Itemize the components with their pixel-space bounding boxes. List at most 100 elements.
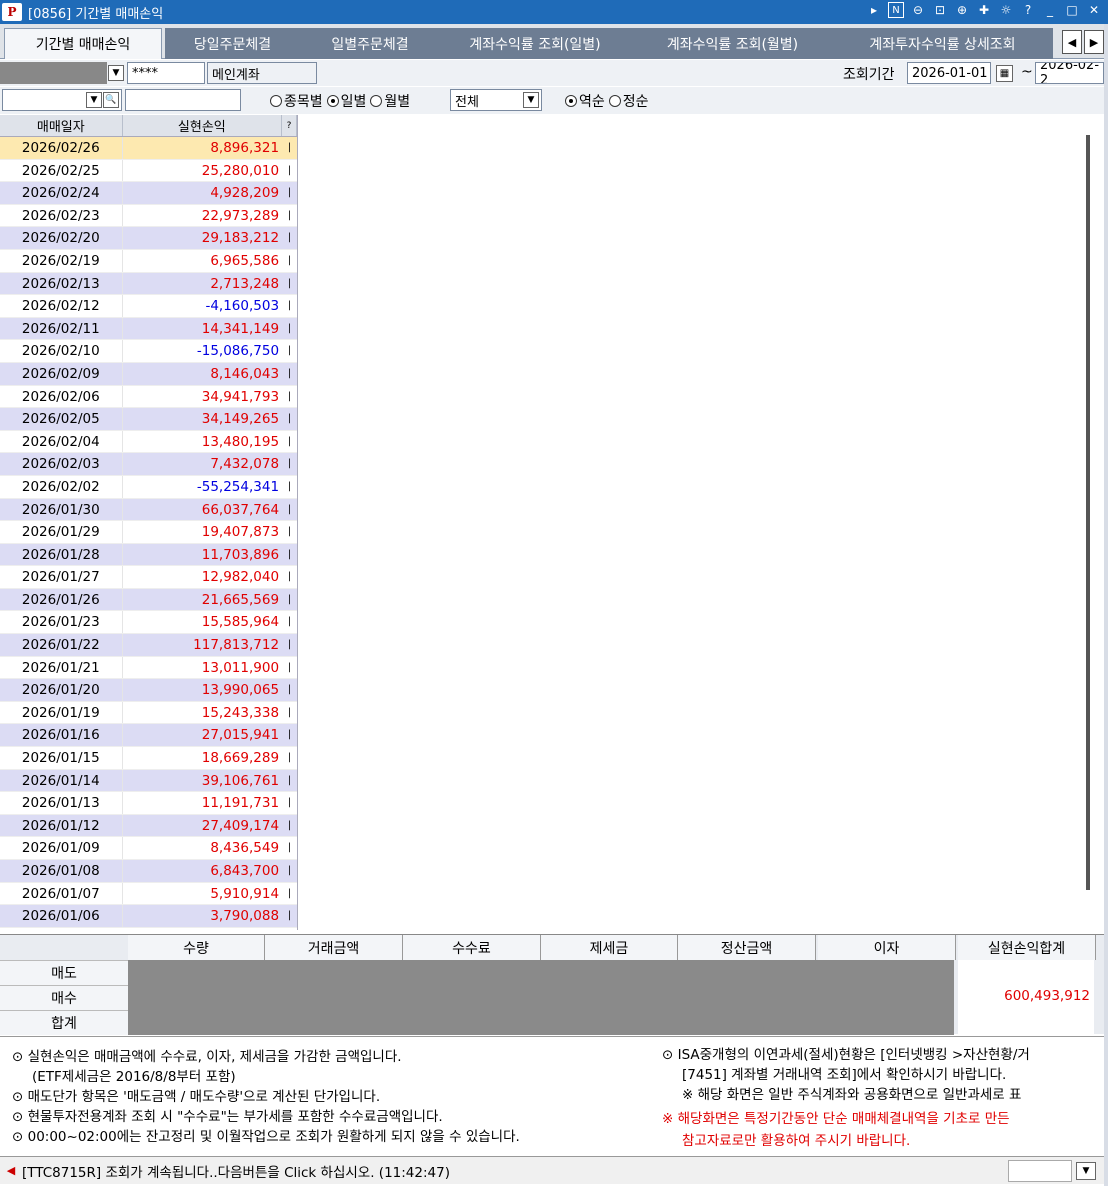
- extra-cell: |: [287, 842, 292, 854]
- pin-icon[interactable]: ✚: [976, 2, 992, 18]
- column-header-date[interactable]: 매매일자: [0, 115, 123, 136]
- table-row[interactable]: 2026/01/29 19,407,873 |: [0, 521, 297, 544]
- help-icon[interactable]: ?: [1020, 2, 1036, 18]
- radio-by-stock[interactable]: 종목별: [270, 91, 323, 111]
- table-row[interactable]: 2026/01/27 12,982,040 |: [0, 566, 297, 589]
- table-row[interactable]: 2026/02/23 22,973,289 |: [0, 204, 297, 228]
- stock-name-field[interactable]: [125, 89, 241, 111]
- vertical-scrollbar[interactable]: [1086, 135, 1090, 890]
- extra-cell: |: [287, 209, 292, 221]
- table-row[interactable]: 2026/02/10 -15,086,750 |: [0, 340, 297, 363]
- table-row[interactable]: 2026/01/13 11,191,731 |: [0, 792, 297, 815]
- tab-period-pnl[interactable]: 기간별 매매손익: [4, 28, 162, 59]
- table-row[interactable]: 2026/01/20 13,990,065 |: [0, 679, 297, 702]
- tab-prev-icon[interactable]: ◀: [1062, 30, 1082, 54]
- table-row[interactable]: 2026/02/13 2,713,248 |: [0, 272, 297, 296]
- realized-pnl-cell: 27,015,941: [201, 727, 280, 744]
- table-row[interactable]: 2026/01/26 21,665,569 |: [0, 588, 297, 612]
- realized-pnl-cell: -4,160,503: [205, 298, 280, 315]
- realized-pnl-cell: 11,191,731: [201, 795, 280, 812]
- tab-return-daily[interactable]: 계좌수익률 조회(일별): [440, 28, 630, 59]
- status-bar: ◀ [TTC8715R] 조회가 계속됩니다..다음버튼을 Click 하십시오…: [0, 1156, 1104, 1184]
- column-header-pnl[interactable]: 실현손익: [123, 115, 283, 136]
- radio-desc[interactable]: 역순: [565, 91, 605, 111]
- trade-date-cell: 2026/01/08: [0, 860, 123, 882]
- search-icon[interactable]: 🔍: [103, 92, 119, 108]
- table-row[interactable]: 2026/01/30 66,037,764 |: [0, 498, 297, 522]
- extra-cell: |: [287, 910, 292, 922]
- status-input[interactable]: [1008, 1160, 1072, 1182]
- close-icon[interactable]: ✕: [1086, 2, 1102, 18]
- table-row[interactable]: 2026/01/09 8,436,549 |: [0, 837, 297, 860]
- account-dropdown-icon[interactable]: ▼: [108, 65, 124, 81]
- table-row[interactable]: 2026/01/12 27,409,174 |: [0, 814, 297, 838]
- tab-today-orders[interactable]: 당일주문체결: [165, 28, 300, 59]
- extra-cell: |: [287, 774, 292, 786]
- table-row[interactable]: 2026/01/16 27,015,941 |: [0, 724, 297, 748]
- table-row[interactable]: 2026/02/12 -4,160,503 |: [0, 295, 297, 318]
- tab-investment-return-detail[interactable]: 계좌투자수익률 상세조회: [835, 28, 1050, 59]
- settings-icon[interactable]: ☼: [998, 2, 1014, 18]
- play-icon[interactable]: ▸: [866, 2, 882, 18]
- table-row[interactable]: 2026/02/02 -55,254,341 |: [0, 475, 297, 499]
- tab-daily-orders[interactable]: 일별주문체결: [300, 28, 440, 59]
- extra-cell: |: [287, 548, 292, 560]
- note-right-3: ※ 해당 화면은 일반 주식계좌와 공용화면으로 일반과세로 표: [682, 1087, 1022, 1103]
- table-row[interactable]: 2026/02/05 34,149,265 |: [0, 408, 297, 431]
- maximize-icon[interactable]: □: [1064, 2, 1080, 18]
- extra-cell: |: [287, 797, 292, 809]
- status-dropdown-icon[interactable]: ▼: [1076, 1162, 1096, 1180]
- table-row[interactable]: 2026/01/08 6,843,700 |: [0, 860, 297, 883]
- radio-icon: [270, 95, 282, 107]
- table-row[interactable]: 2026/02/11 14,341,149 |: [0, 317, 297, 341]
- table-row[interactable]: 2026/02/03 7,432,078 |: [0, 453, 297, 476]
- table-row[interactable]: 2026/02/04 13,480,195 |: [0, 430, 297, 454]
- table-row[interactable]: 2026/02/25 25,280,010 |: [0, 159, 297, 183]
- table-row[interactable]: 2026/02/26 8,896,321 |: [0, 137, 297, 160]
- table-row[interactable]: 2026/01/28 11,703,896 |: [0, 543, 297, 567]
- magnify-icon[interactable]: ⊕: [954, 2, 970, 18]
- table-row[interactable]: 2026/01/19 15,243,338 |: [0, 701, 297, 725]
- extra-cell: |: [287, 503, 292, 515]
- new-window-icon[interactable]: N: [888, 2, 904, 18]
- zoom-icon[interactable]: ⊖: [910, 2, 926, 18]
- date-from-field[interactable]: 2026-01-01: [907, 62, 991, 84]
- summary-panel: 수량 거래금액 수수료 제세금 정산금액 이자 실현손익합계 매도 매수 합계 …: [0, 934, 1104, 1035]
- table-row[interactable]: 2026/01/06 3,790,088 |: [0, 905, 297, 928]
- password-field[interactable]: ****: [127, 62, 205, 84]
- summary-total-cell: 600,493,912: [958, 960, 1094, 1035]
- window-icon[interactable]: ⊡: [932, 2, 948, 18]
- date-to-field[interactable]: 2026-02-2: [1035, 62, 1104, 84]
- table-row[interactable]: 2026/01/21 13,011,900 |: [0, 656, 297, 680]
- table-row[interactable]: 2026/02/09 8,146,043 |: [0, 362, 297, 386]
- table-row[interactable]: 2026/01/22 117,813,712 |: [0, 634, 297, 657]
- stock-dropdown-icon[interactable]: ▼: [86, 92, 102, 108]
- trade-date-cell: 2026/01/19: [0, 701, 123, 724]
- table-row[interactable]: 2026/01/15 18,669,289 |: [0, 747, 297, 770]
- table-row[interactable]: 2026/01/23 15,585,964 |: [0, 611, 297, 635]
- table-row[interactable]: 2026/02/24 4,928,209 |: [0, 182, 297, 205]
- table-row[interactable]: 2026/01/14 39,106,761 |: [0, 769, 297, 793]
- minimize-icon[interactable]: _: [1042, 2, 1058, 18]
- extra-cell: |: [287, 277, 292, 289]
- radio-asc[interactable]: 정순: [608, 91, 649, 111]
- extra-cell: |: [287, 526, 292, 538]
- trade-date-cell: 2026/01/22: [0, 634, 123, 656]
- table-row[interactable]: 2026/01/07 5,910,914 |: [0, 882, 297, 906]
- radio-selected-icon: [565, 95, 577, 107]
- table-row[interactable]: 2026/02/06 34,941,793 |: [0, 385, 297, 409]
- table-row[interactable]: 2026/02/19 6,965,586 |: [0, 249, 297, 273]
- table-row[interactable]: 2026/02/20 29,183,212 |: [0, 227, 297, 250]
- realized-pnl-cell: 11,703,896: [201, 546, 280, 563]
- tab-next-icon[interactable]: ▶: [1084, 30, 1104, 54]
- trade-date-cell: 2026/01/29: [0, 521, 123, 543]
- calendar-icon[interactable]: ▦: [996, 65, 1013, 82]
- category-dropdown-icon[interactable]: ▼: [523, 92, 539, 108]
- realized-pnl-cell: 8,896,321: [210, 140, 280, 156]
- column-header-extra[interactable]: ?: [282, 115, 297, 136]
- warning-note-2: 참고자료로만 활용하여 주시기 바랍니다.: [682, 1133, 911, 1149]
- radio-daily[interactable]: 일별: [326, 91, 366, 111]
- tab-return-monthly[interactable]: 계좌수익률 조회(월별): [630, 28, 835, 59]
- realized-pnl-cell: 15,243,338: [201, 704, 280, 721]
- radio-monthly[interactable]: 월별: [370, 91, 410, 111]
